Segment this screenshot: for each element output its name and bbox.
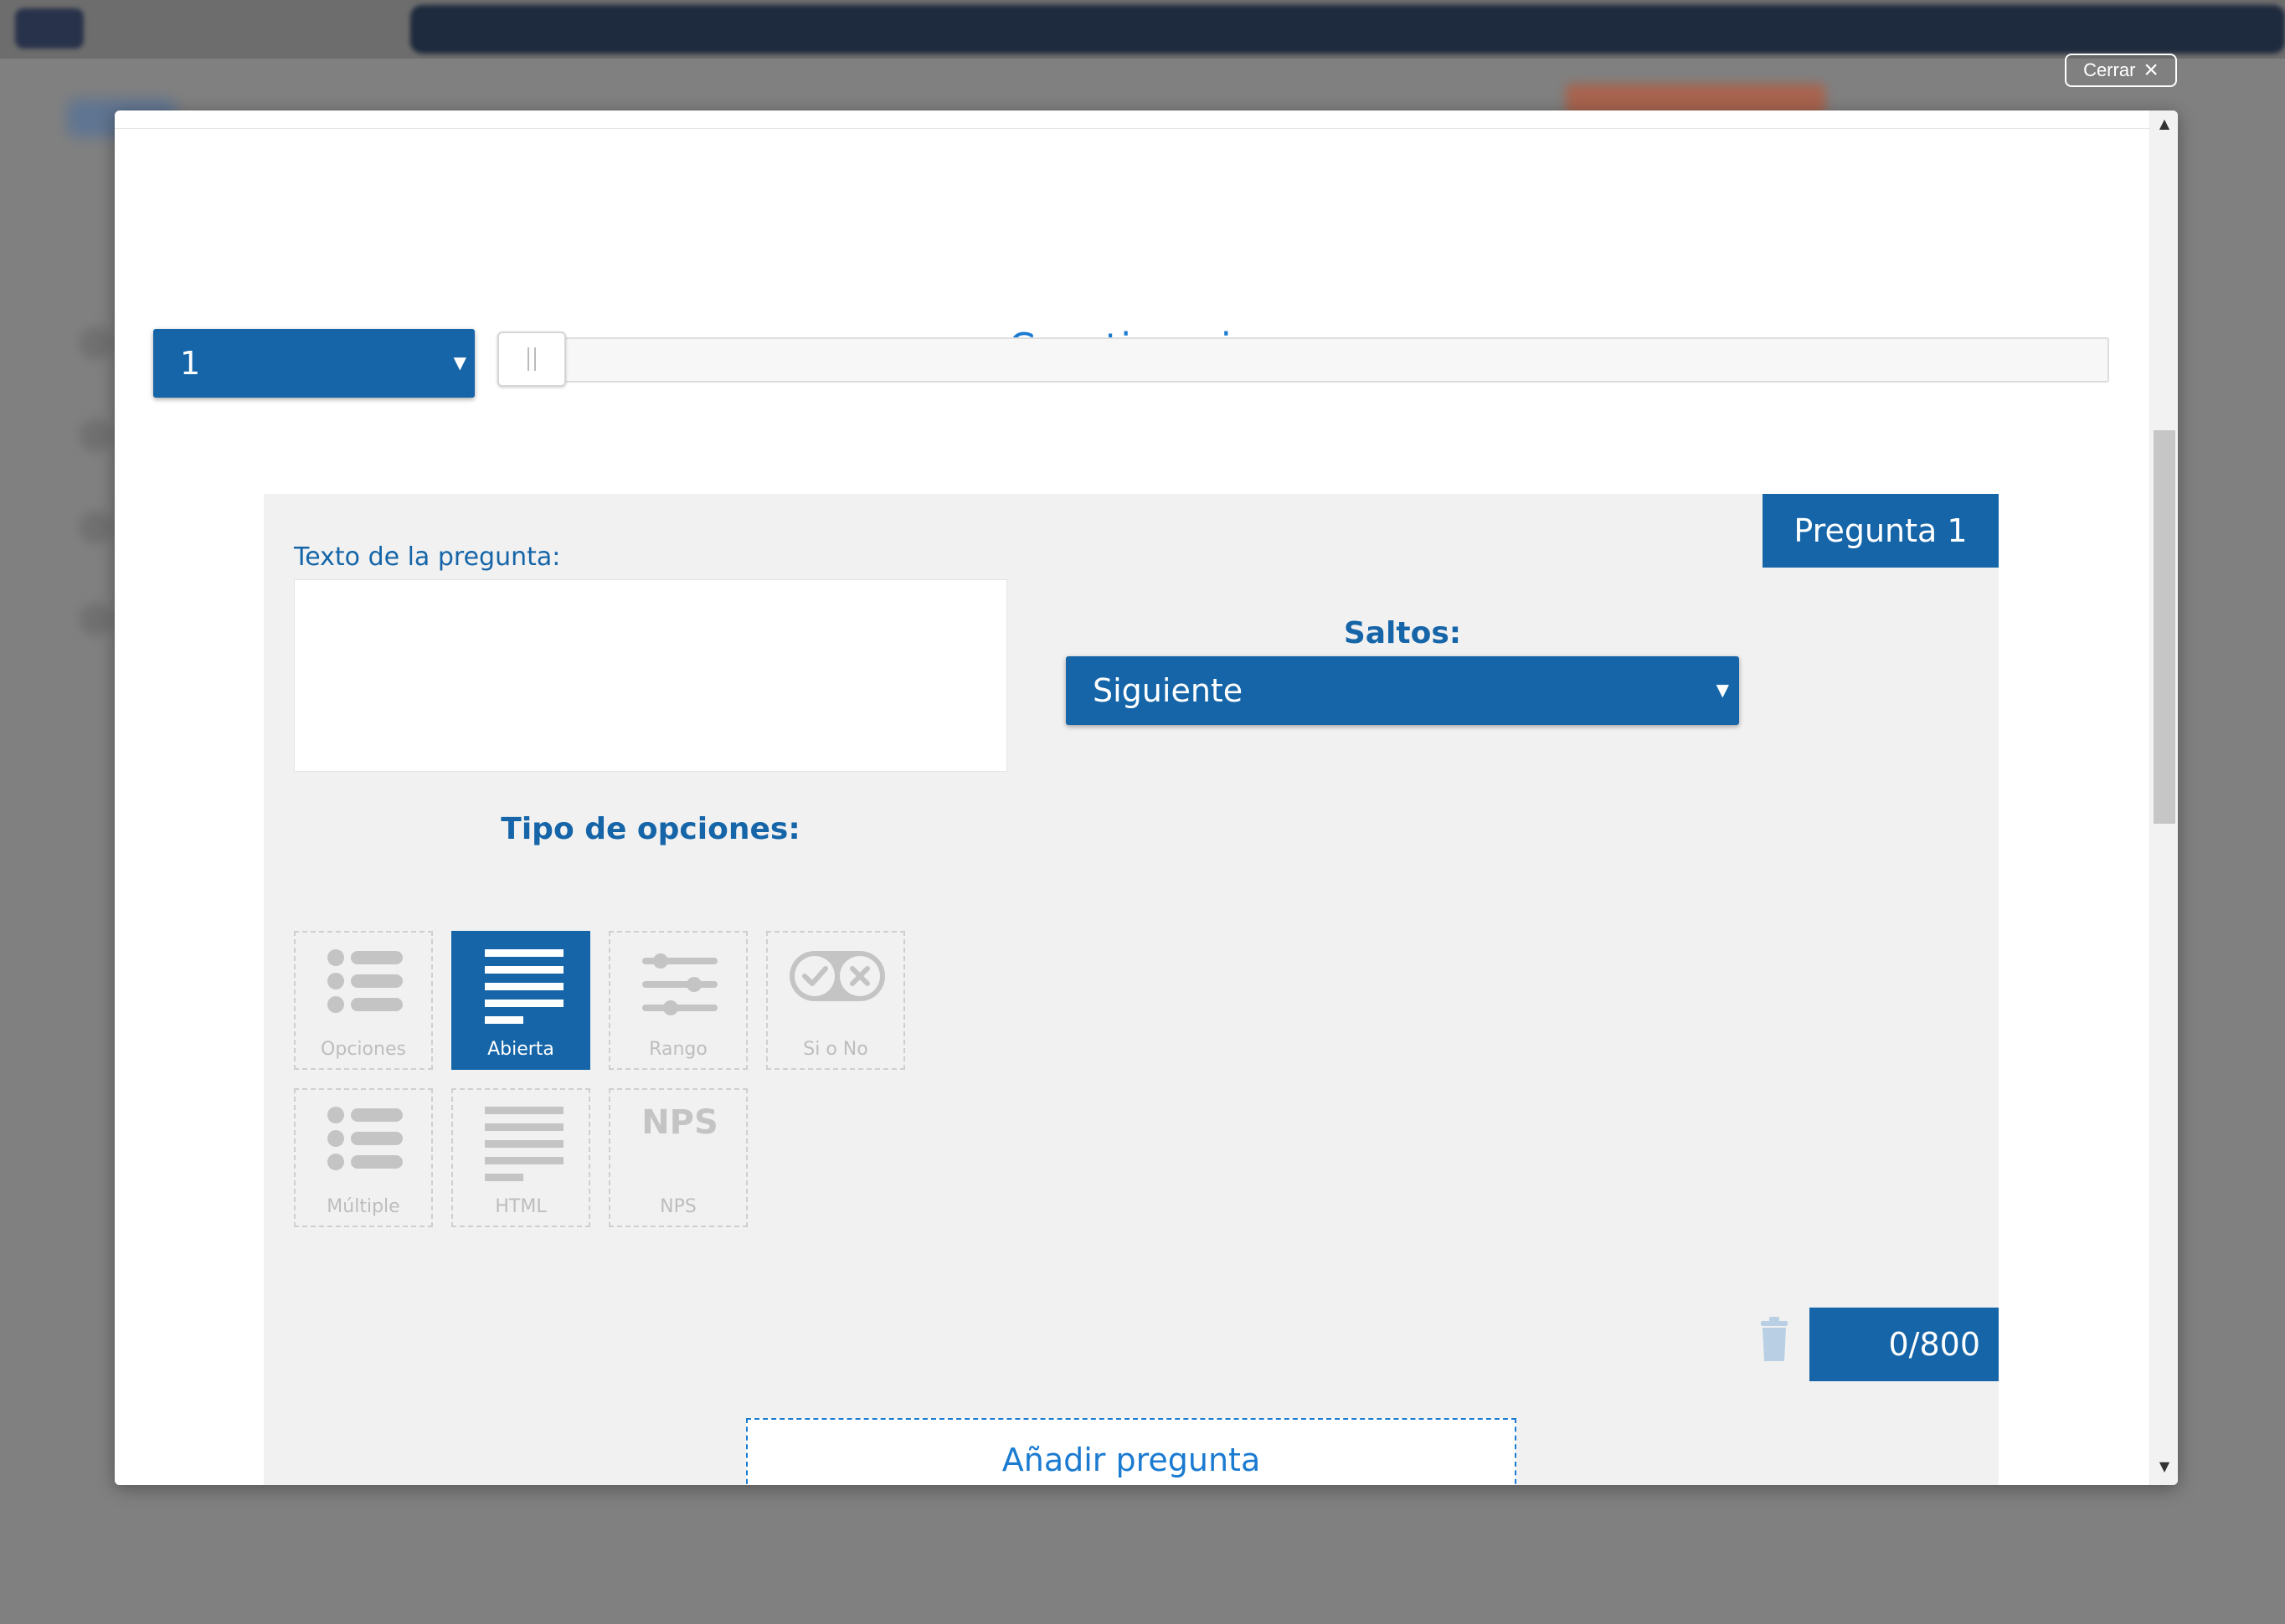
nps-icon: NPS xyxy=(641,1103,718,1142)
text-lines-icon xyxy=(485,949,564,1024)
close-label: Cerrar xyxy=(2083,59,2136,80)
grip-icon xyxy=(528,347,536,371)
close-icon: × xyxy=(2143,56,2159,84)
questionnaire-modal: Cuestionario 1 ▼ Pregunta 1 Texto de la … xyxy=(115,110,2178,1485)
type-tile-label: Si o No xyxy=(803,1039,868,1060)
background-dot xyxy=(80,511,113,544)
type-tile-label: HTML xyxy=(495,1196,547,1217)
background-navbar xyxy=(410,5,2285,54)
type-tile-label: Opciones xyxy=(321,1039,406,1060)
question-slider-handle[interactable] xyxy=(497,331,566,387)
options-type-label: Tipo de opciones: xyxy=(501,812,800,846)
type-tile-html[interactable]: HTML xyxy=(451,1088,590,1227)
sliders-icon xyxy=(642,953,718,1015)
jumps-select[interactable]: Siguiente ▼ xyxy=(1066,656,1739,725)
character-counter: 0/800 xyxy=(1809,1308,1999,1381)
text-lines-icon xyxy=(485,1107,564,1181)
type-tile-nps[interactable]: NPS NPS xyxy=(609,1088,748,1227)
question-text-input[interactable] xyxy=(294,579,1007,772)
list-icon xyxy=(327,949,403,1013)
question-panel: Pregunta 1 Texto de la pregunta: Saltos:… xyxy=(264,494,1999,1485)
close-button[interactable]: Cerrar × xyxy=(2065,54,2177,87)
trash-icon[interactable] xyxy=(1757,1316,1791,1363)
background-dot xyxy=(80,326,113,360)
background-dot xyxy=(80,603,113,636)
modal-top-divider xyxy=(115,110,2149,129)
page-select-value: 1 xyxy=(180,345,201,382)
background-logo xyxy=(15,8,84,49)
add-question-button[interactable]: Añadir pregunta xyxy=(746,1418,1516,1485)
background-dot xyxy=(80,419,113,452)
caret-down-icon: ▼ xyxy=(453,352,466,373)
scroll-down-arrow-icon[interactable]: ▼ xyxy=(2150,1458,2178,1480)
nps-glyph: NPS xyxy=(641,1103,718,1142)
question-tab[interactable]: Pregunta 1 xyxy=(1763,494,1999,568)
scroll-up-arrow-icon[interactable]: ▲ xyxy=(2150,116,2178,137)
jumps-label: Saltos: xyxy=(1343,616,1462,650)
scroll-thumb[interactable] xyxy=(2154,430,2175,824)
type-tile-label: Abierta xyxy=(487,1039,554,1060)
page-select[interactable]: 1 ▼ xyxy=(153,329,475,398)
type-tile-opciones[interactable]: Opciones xyxy=(294,931,433,1070)
question-slider-track[interactable] xyxy=(500,337,2109,383)
type-tile-rango[interactable]: Rango xyxy=(609,931,748,1070)
list-icon xyxy=(327,1107,403,1170)
type-tile-label: NPS xyxy=(660,1196,697,1217)
type-tile-label: Rango xyxy=(649,1039,708,1060)
jumps-select-value: Siguiente xyxy=(1093,672,1243,709)
type-tile-multiple[interactable]: Múltiple xyxy=(294,1088,433,1227)
caret-down-icon: ▼ xyxy=(1716,680,1729,700)
modal-scrollbar[interactable]: ▲ ▼ xyxy=(2149,110,2178,1485)
type-tile-label: Múltiple xyxy=(327,1196,400,1217)
type-tile-abierta[interactable]: Abierta xyxy=(451,931,590,1070)
yes-no-toggle-icon xyxy=(790,951,885,1001)
type-tile-si-o-no[interactable]: Si o No xyxy=(766,931,905,1070)
question-text-label: Texto de la pregunta: xyxy=(294,542,561,572)
